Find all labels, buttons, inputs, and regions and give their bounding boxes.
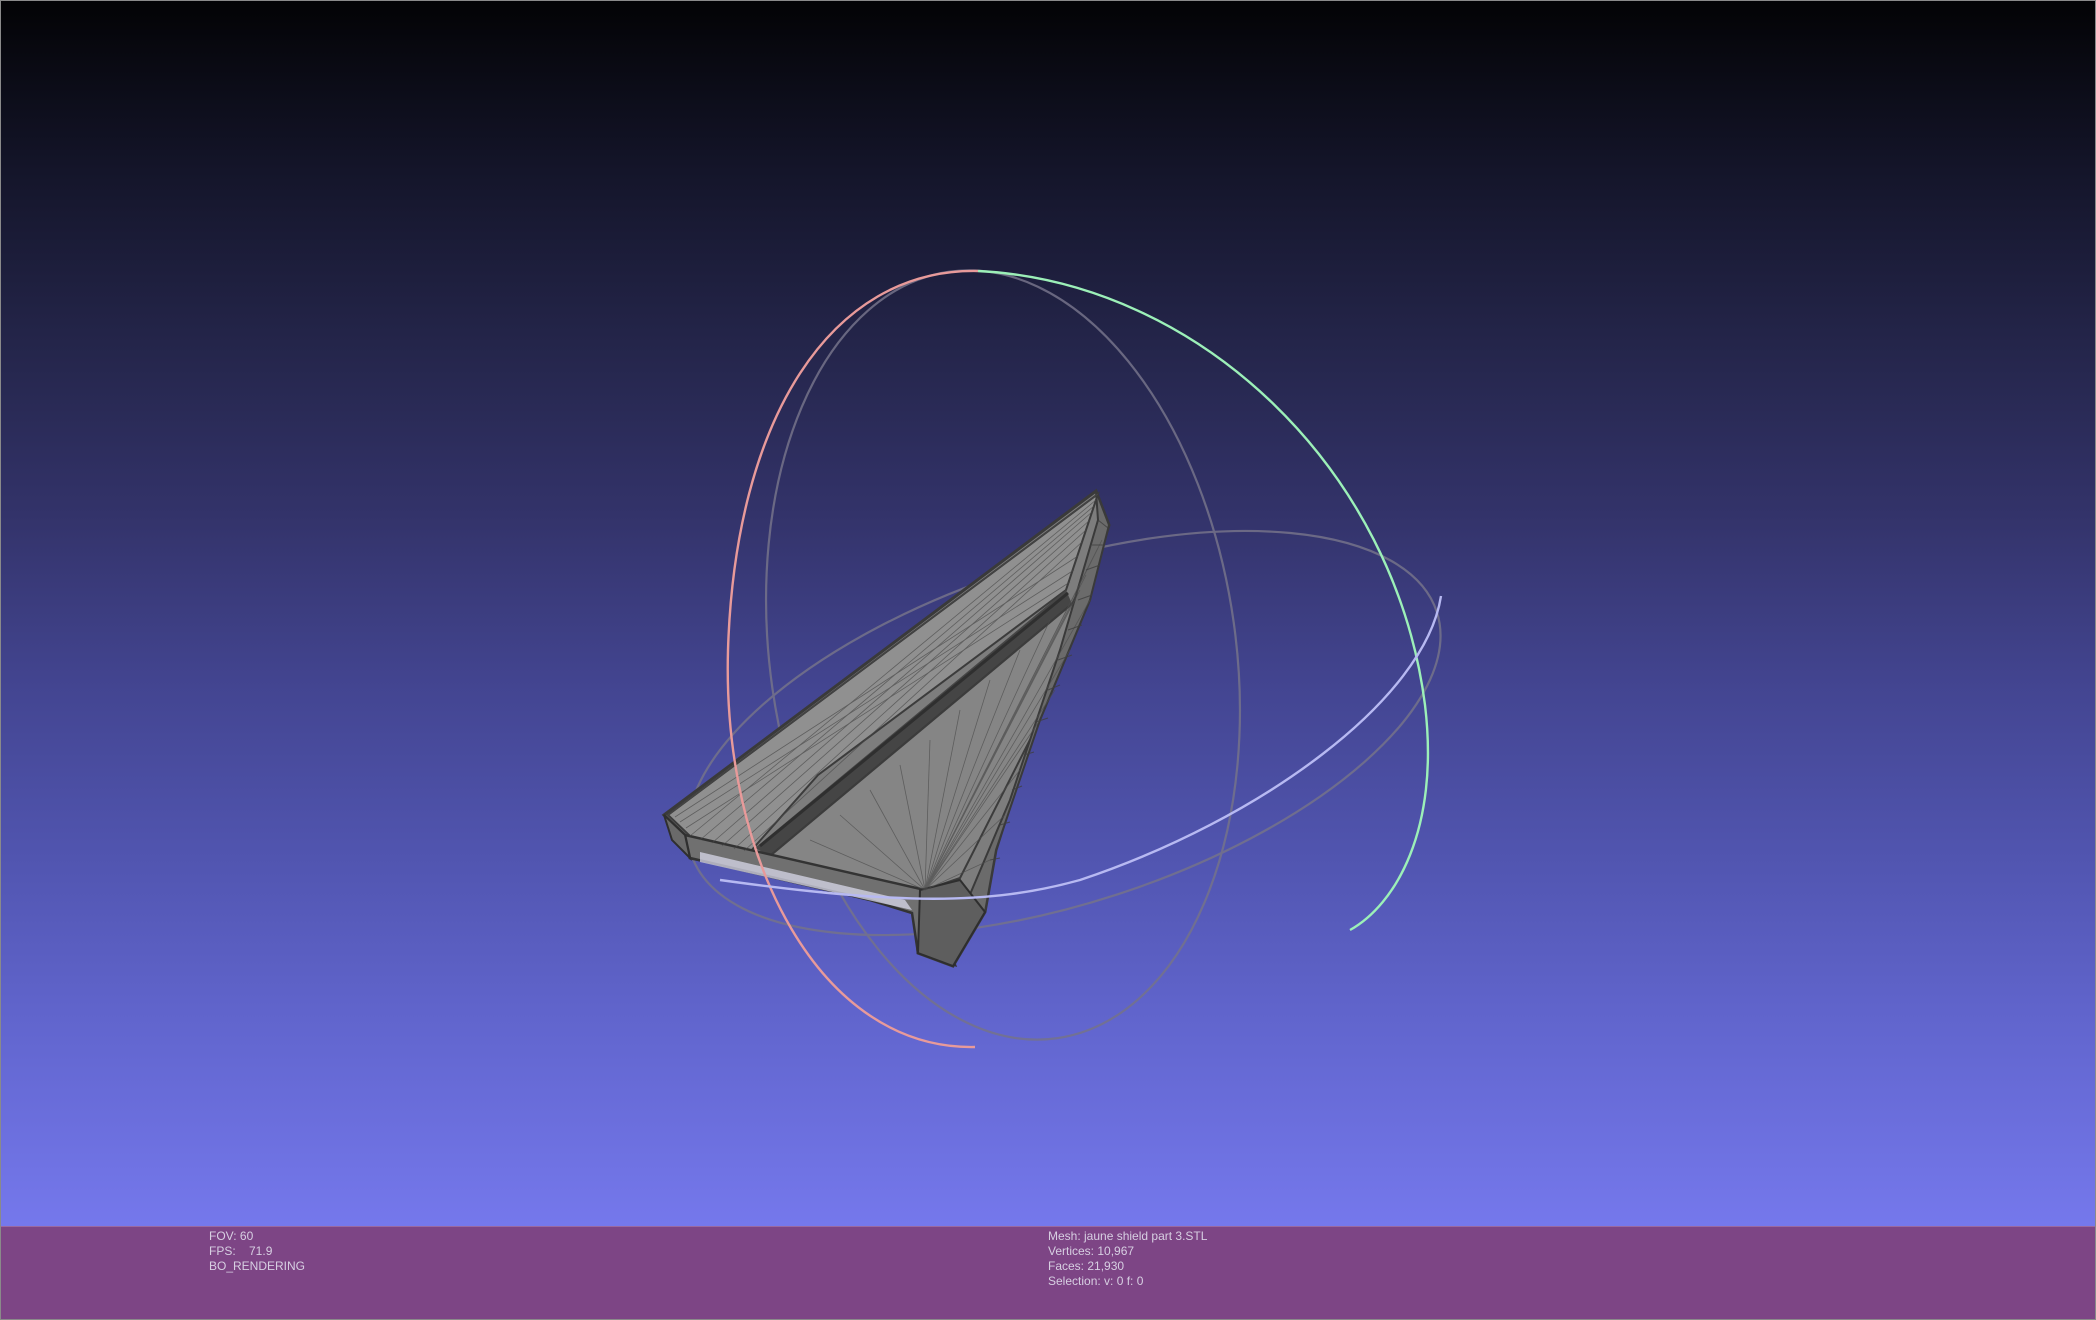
trackball-rings-front[interactable]: [719, 269, 1443, 1049]
scene-canvas[interactable]: [0, 0, 2096, 1226]
mesh-info: Mesh: jaune shield part 3.STL Vertices: …: [1048, 1229, 1207, 1289]
faces-count-label: Faces: 21,930: [1048, 1259, 1125, 1273]
rendering-mode-label: BO_RENDERING: [209, 1259, 306, 1273]
meshlab-window: FOV: 60 FPS: 71.9 BO_RENDERING Mesh: jau…: [0, 0, 2096, 1320]
render-info: FOV: 60 FPS: 71.9 BO_RENDERING: [209, 1229, 305, 1274]
fps-label: FPS: 71.9: [209, 1244, 273, 1258]
vertices-count-label: Vertices: 10,967: [1048, 1244, 1135, 1258]
info-bar: FOV: 60 FPS: 71.9 BO_RENDERING Mesh: jau…: [0, 1226, 2096, 1320]
selection-label: Selection: v: 0 f: 0: [1048, 1274, 1144, 1288]
3d-viewport[interactable]: [0, 0, 2096, 1226]
fov-label: FOV: 60: [209, 1229, 254, 1243]
mesh-name-label: Mesh: jaune shield part 3.STL: [1048, 1229, 1208, 1243]
